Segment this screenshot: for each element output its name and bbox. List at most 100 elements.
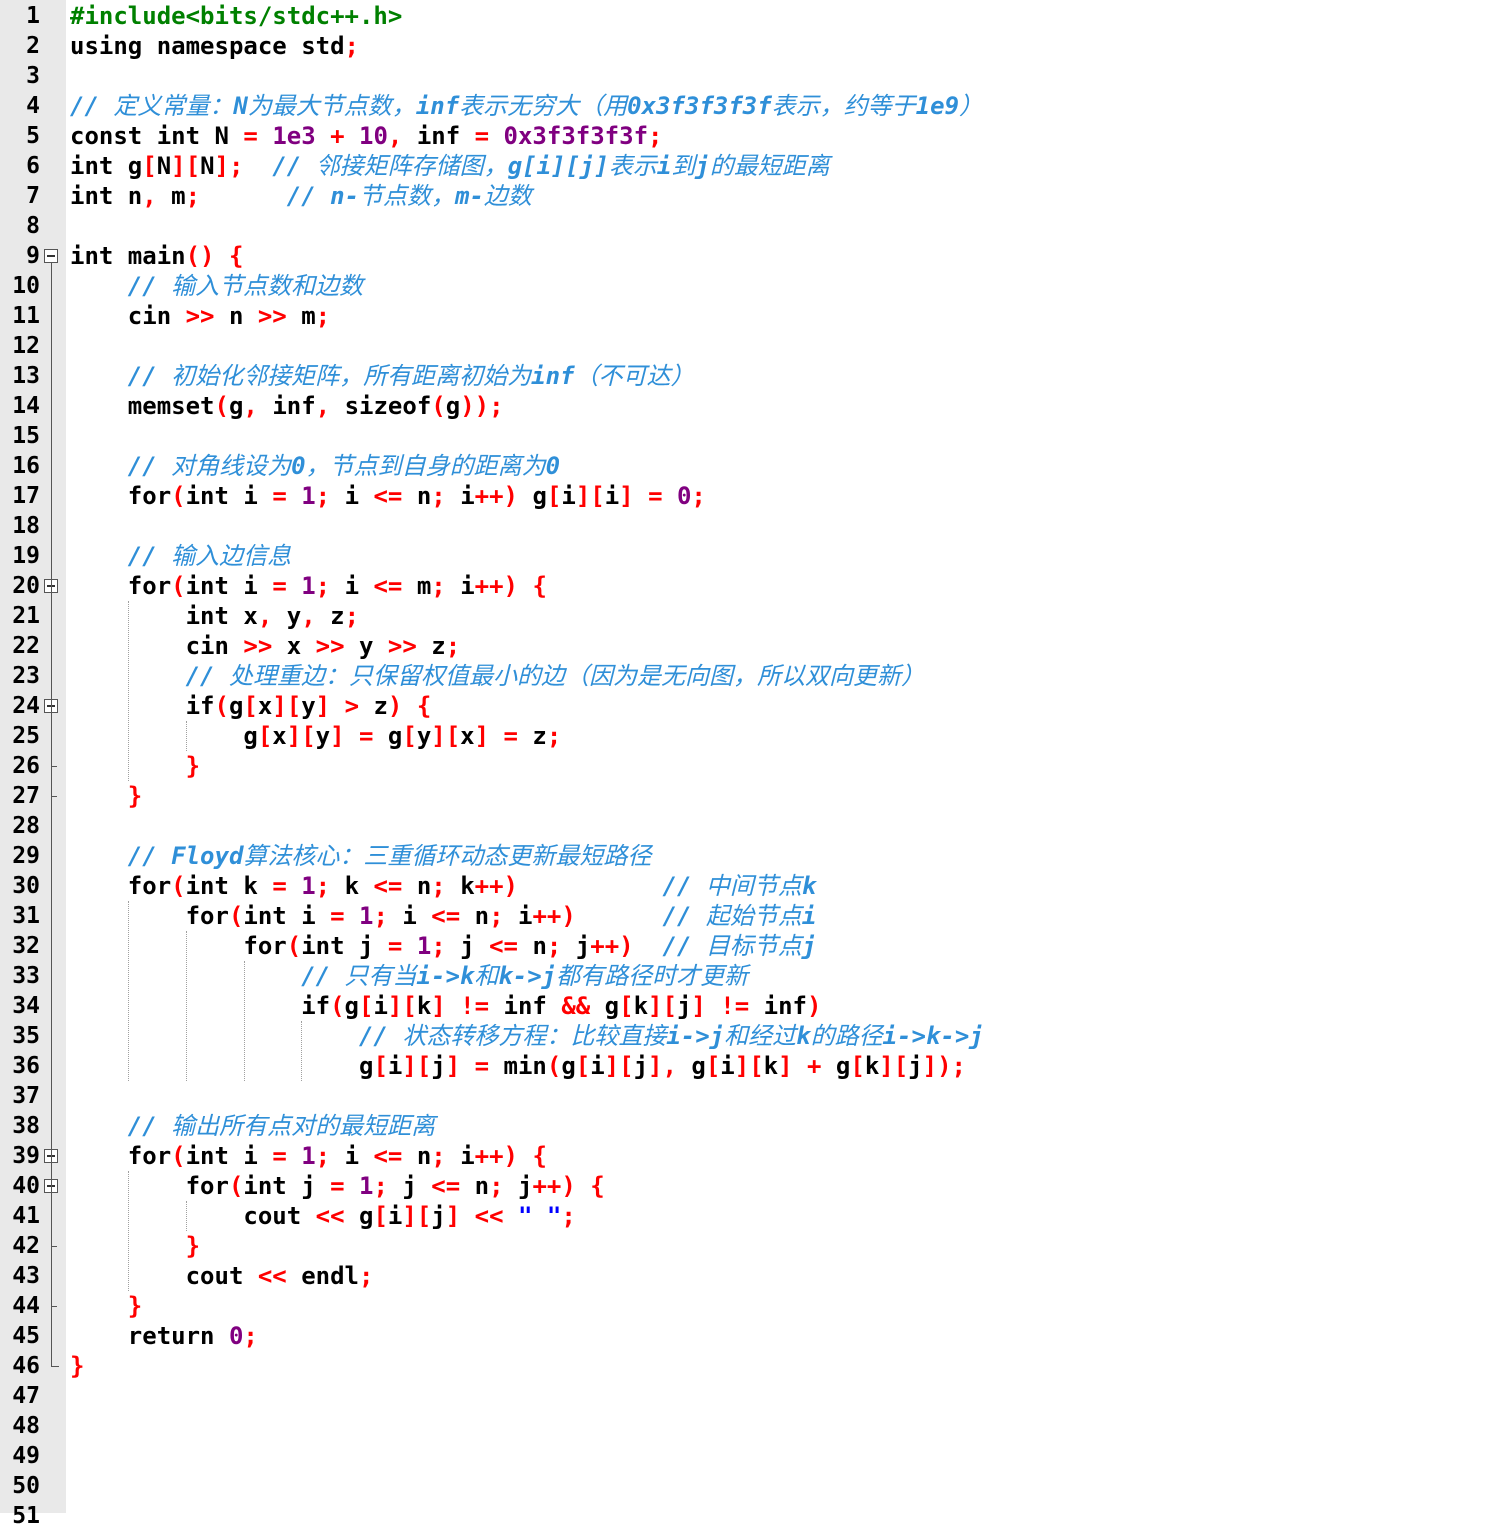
comment-token: // [301, 962, 345, 990]
code-token: g [70, 722, 258, 750]
comment-token: 和 [474, 962, 499, 990]
code-token: int [301, 932, 359, 960]
code-token: int [243, 902, 302, 930]
code-token: ( [431, 392, 446, 420]
code-token: for [127, 872, 172, 900]
code-token: g [691, 1052, 706, 1080]
code-line[interactable]: } [70, 1351, 84, 1381]
comment-token: // [662, 932, 706, 960]
code-token: ] != [431, 992, 504, 1020]
code-line[interactable]: // 只有当i->k和k->j都有路径时才更新 [70, 961, 748, 991]
code-line[interactable]: int g[N][N]; // 邻接矩阵存储图，g[i][j]表示i到j的最短距… [70, 151, 830, 181]
comment-token: 起始节点 [705, 902, 802, 930]
code-token: ] = [445, 1052, 504, 1080]
line-number: 46 [12, 1353, 40, 1379]
code-line[interactable]: cout << g[i][j] << " "; [70, 1201, 575, 1231]
code-line[interactable]: if(g[x][y] > z) { [70, 691, 432, 721]
code-token: [ [402, 722, 417, 750]
code-token: <= [373, 572, 417, 600]
comment-token: 和经过 [724, 1022, 797, 1050]
comment-token: 到 [671, 152, 696, 180]
code-line[interactable]: g[x][y] = g[y][x] = z; [70, 721, 561, 751]
comment-token: 输出所有点对的最短距离 [171, 1112, 436, 1140]
code-line[interactable]: // 初始化邻接矩阵，所有距离初始为inf（不可达） [70, 361, 695, 391]
code-token: i [460, 572, 475, 600]
code-token: N [156, 152, 172, 180]
code-line[interactable]: // 输入边信息 [70, 541, 291, 571]
code-token: = [330, 902, 360, 930]
code-line[interactable]: g[i][j] = min(g[i][j], g[i][k] + g[k][j]… [70, 1051, 966, 1081]
code-line[interactable]: int x, y, z; [70, 601, 359, 631]
code-line[interactable]: return 0; [70, 1321, 258, 1351]
code-line[interactable]: const int N = 1e3 + 10, inf = 0x3f3f3f3f… [70, 121, 662, 151]
code-line[interactable]: } [70, 781, 142, 811]
comment-token: inf [415, 92, 460, 120]
code-line[interactable]: // 输入节点数和边数 [70, 271, 363, 301]
code-line[interactable]: for(int i = 1; i <= n; i++) { [70, 1141, 547, 1171]
comment-token: ，节点到自身的距离为 [305, 452, 546, 480]
line-number: 50 [12, 1473, 40, 1499]
line-number: 16 [12, 453, 40, 479]
comment-token: 状态转移方程：比较直接 [402, 1022, 667, 1050]
code-token: <= [431, 902, 475, 930]
code-token: z [330, 602, 345, 630]
code-line[interactable]: for(int i = 1; i <= n; i++) // 起始节点i [70, 901, 817, 931]
code-token: , [142, 182, 172, 210]
fold-collapse-icon[interactable] [44, 249, 58, 263]
line-number: 14 [12, 393, 40, 419]
code-token: ; [489, 902, 518, 930]
code-token: y [359, 632, 388, 660]
comment-token: // [272, 152, 316, 180]
code-token: [ [619, 992, 634, 1020]
code-line[interactable]: for(int j = 1; j <= n; j++) // 目标节点j [70, 931, 816, 961]
code-line[interactable]: // 状态转移方程：比较直接i->j和经过k的路径i->k->j [70, 1021, 984, 1051]
code-token: ++) [474, 482, 533, 510]
code-line[interactable]: for(int j = 1; j <= n; j++) { [70, 1171, 605, 1201]
code-token: ; [344, 32, 359, 60]
code-line[interactable]: if(g[i][k] != inf && g[k][j] != inf) [70, 991, 821, 1021]
code-line[interactable]: // Floyd算法核心：三重循环动态更新最短路径 [70, 841, 652, 871]
code-line[interactable]: memset(g, inf, sizeof(g)); [70, 391, 504, 421]
code-line[interactable]: // 输出所有点对的最短距离 [70, 1111, 435, 1141]
comment-token: 表示无穷大（用 [459, 92, 628, 120]
code-line[interactable]: } [70, 1291, 142, 1321]
code-line[interactable]: cout << endl; [70, 1261, 374, 1291]
code-token: ] << [445, 1202, 518, 1230]
code-line[interactable]: } [70, 751, 200, 781]
comment-token: i [656, 152, 672, 180]
code-token: >> [185, 302, 229, 330]
code-line[interactable]: cin >> n >> m; [70, 301, 330, 331]
line-number: 38 [12, 1113, 40, 1139]
code-token: " " [517, 1202, 562, 1230]
code-token: 1 [301, 572, 316, 600]
code-line[interactable]: for(int i = 1; i <= m; i++) { [70, 571, 547, 601]
code-line[interactable]: using namespace std; [70, 31, 359, 61]
code-token: ; [243, 1322, 258, 1350]
code-line[interactable]: int main() { [70, 241, 243, 271]
code-line[interactable]: for(int i = 1; i <= n; i++) g[i][i] = 0; [70, 481, 706, 511]
line-number: 20 [12, 573, 40, 599]
comment-token: g[i][j] [507, 152, 609, 180]
comment-token: // [127, 362, 172, 390]
comment-token: i->k->j [882, 1022, 984, 1050]
code-line[interactable]: // 处理重边：只保留权值最小的边（因为是无向图，所以双向更新） [70, 661, 925, 691]
line-number: 13 [12, 363, 40, 389]
code-line[interactable]: // 对角线设为0，节点到自身的距离为0 [70, 451, 560, 481]
code-line[interactable]: int n, m; // n-节点数，m-边数 [70, 181, 532, 211]
code-token: i [604, 482, 620, 510]
code-token: g [532, 482, 547, 510]
code-token: , [387, 122, 417, 150]
code-editor[interactable]: 1 2 3 4 5 6 7 8 9 10 11 12 13 14 15 16 17 18 19 20 21 22 23 24 2… [0, 0, 1500, 1529]
code-line[interactable]: #include<bits/stdc++.h> [70, 1, 402, 31]
code-line[interactable]: } [70, 1231, 200, 1261]
code-token: if [301, 992, 331, 1020]
code-token: n [228, 302, 258, 330]
code-line[interactable]: // 定义常量：N为最大节点数，inf表示无穷大（用0x3f3f3f3f表示，约… [70, 91, 983, 121]
code-line[interactable]: for(int k = 1; k <= n; k++) // 中间节点k [70, 871, 817, 901]
code-token: >> [387, 632, 432, 660]
code-area[interactable]: #include<bits/stdc++.h> using namespace s… [70, 0, 1500, 1513]
